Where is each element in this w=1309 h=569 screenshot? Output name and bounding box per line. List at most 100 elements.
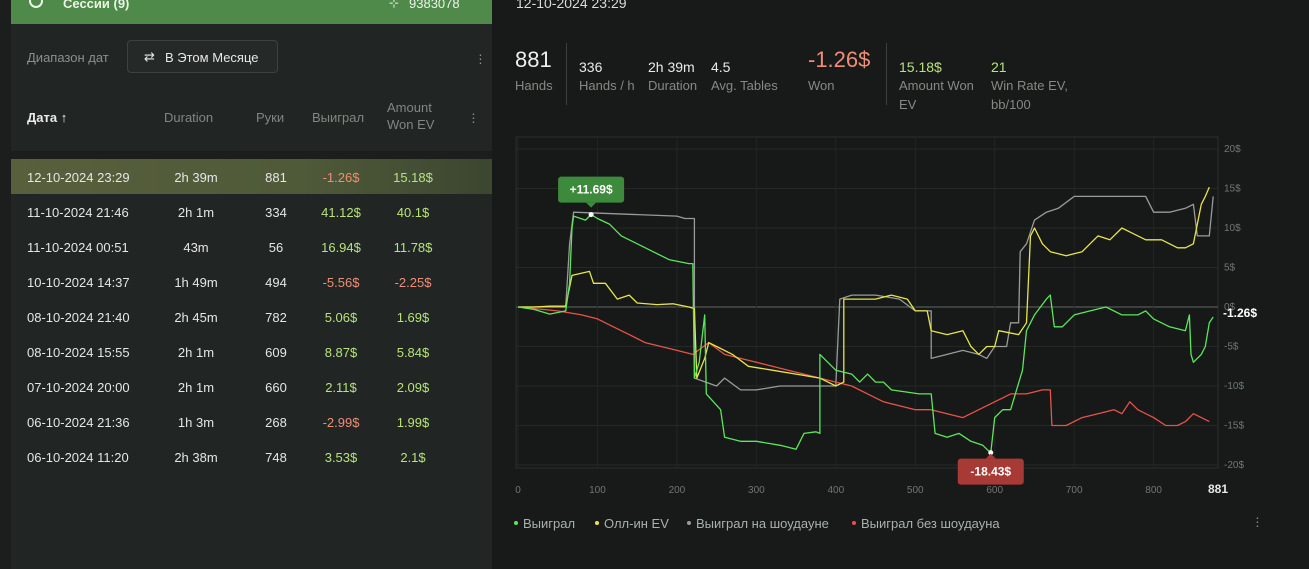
legend-dot-icon	[852, 520, 856, 525]
row-amount-won-ev: 1.69$	[396, 310, 430, 325]
y-tick-label: -5$	[1224, 342, 1239, 353]
legend-label: Выиграл на шоудауне	[696, 516, 829, 531]
legend-label: Выиграл	[523, 516, 576, 531]
column-header-ev-line1: Amount	[387, 100, 432, 115]
annotation-label: -18.43$	[970, 465, 1011, 479]
clock-icon	[29, 0, 43, 8]
x-tick-label: 500	[907, 485, 924, 496]
row-hands: 660	[265, 380, 287, 395]
column-header-date[interactable]: Дата ↑	[27, 109, 67, 126]
row-duration: 2h 1m	[177, 380, 215, 395]
column-header-won[interactable]: Выиграл	[312, 109, 364, 126]
y-tick-label: -10$	[1224, 381, 1244, 392]
table-row[interactable]: 06-10-2024 21:36 1h 3m 268 -2.99$ 1.99$	[11, 404, 492, 439]
x-tick-label: 300	[748, 485, 765, 496]
row-duration: 2h 1m	[177, 345, 215, 360]
sessions-title: Сессии (9)	[63, 0, 130, 11]
row-won: 41.12$	[321, 205, 361, 220]
row-hands: 782	[265, 310, 287, 325]
row-date: 06-10-2024 21:36	[27, 415, 130, 430]
row-won: -2.99$	[322, 415, 360, 430]
table-row[interactable]: 11-10-2024 21:46 2h 1m 334 41.12$ 40.1$	[11, 194, 492, 229]
y-tick-label: -15$	[1224, 421, 1244, 432]
legend-dot-icon	[514, 520, 518, 525]
row-date: 11-10-2024 00:51	[27, 240, 129, 255]
row-date: 10-10-2024 14:37	[27, 275, 130, 290]
row-hands: 748	[265, 450, 287, 465]
column-header-hands[interactable]: Руки	[256, 109, 284, 126]
sessions-panel: Сессии (9) ⊹ 9383078 Диапазон дат ⇄ В Эт…	[0, 0, 492, 569]
row-hands: 609	[265, 345, 287, 360]
final-value-label: -1.26$	[1223, 306, 1257, 320]
row-won: 3.53$	[324, 450, 358, 465]
legend-dot-icon	[687, 520, 691, 525]
cards-icon: ⊹	[389, 0, 400, 10]
row-duration: 2h 1m	[177, 205, 215, 220]
date-range-button[interactable]: ⇄ В Этом Месяце	[127, 40, 278, 73]
row-won: 8.87$	[324, 345, 358, 360]
header-divider	[11, 151, 492, 159]
row-duration: 1h 49m	[174, 275, 218, 290]
row-hands: 334	[265, 205, 287, 220]
legend-item[interactable]: Выиграл на шоудауне	[687, 516, 829, 531]
row-date: 08-10-2024 21:40	[27, 310, 130, 325]
row-duration: 2h 45m	[174, 310, 218, 325]
row-date: 11-10-2024 21:46	[27, 205, 129, 220]
x-end-label: 881	[1208, 482, 1228, 496]
row-duration: 1h 3m	[177, 415, 215, 430]
y-tick-label: 15$	[1224, 184, 1241, 195]
x-tick-label: 0	[515, 485, 521, 496]
sessions-header-bar[interactable]: Сессии (9) ⊹ 9383078	[11, 0, 492, 24]
row-amount-won-ev: -2.25$	[394, 275, 432, 290]
sessions-total-hands: 9383078	[409, 0, 460, 11]
row-amount-won-ev: 40.1$	[396, 205, 430, 220]
x-tick-label: 100	[589, 485, 606, 496]
annotation-label: +11.69$	[570, 183, 613, 197]
session-detail-panel: 12-10-2024 23:29 881 Hands 336 Hands / h…	[492, 0, 1309, 569]
row-won: -1.26$	[322, 170, 360, 185]
x-tick-label: 600	[986, 485, 1003, 496]
table-row[interactable]: 12-10-2024 23:29 2h 39m 881 -1.26$ 15.18$	[11, 159, 492, 194]
swap-icon: ⇄	[144, 49, 155, 64]
y-tick-label: 20$	[1224, 144, 1241, 155]
table-row[interactable]: 08-10-2024 21:40 2h 45m 782 5.06$ 1.69$	[11, 299, 492, 334]
row-won: 5.06$	[324, 310, 358, 325]
column-header-duration[interactable]: Duration	[164, 109, 213, 126]
x-tick-label: 200	[669, 485, 686, 496]
row-date: 08-10-2024 15:55	[27, 345, 130, 360]
column-header-ev-line2: Won EV	[387, 117, 435, 132]
profit-chart[interactable]: 20$15$10$5$0$-5$-10$-15$-20$0 100 200 300 40…	[492, 0, 1309, 569]
table-row[interactable]: 07-10-2024 20:00 2h 1m 660 2.11$ 2.09$	[11, 369, 492, 404]
row-hands: 268	[265, 415, 287, 430]
row-duration: 2h 38m	[174, 450, 218, 465]
row-amount-won-ev: 2.1$	[400, 450, 426, 465]
annotation-point	[588, 212, 594, 218]
y-tick-label: 10$	[1224, 223, 1241, 234]
row-amount-won-ev: 2.09$	[396, 380, 430, 395]
legend-item[interactable]: Олл-ин EV	[595, 516, 669, 531]
legend-label: Выиграл без шоудауна	[861, 516, 1000, 531]
row-date: 12-10-2024 23:29	[27, 170, 130, 185]
table-row[interactable]: 10-10-2024 14:37 1h 49m 494 -5.56$ -2.25$	[11, 264, 492, 299]
x-tick-label: 400	[827, 485, 844, 496]
row-date: 06-10-2024 11:20	[27, 450, 129, 465]
x-tick-label: 700	[1066, 485, 1083, 496]
columns-menu-icon[interactable]: · · ·	[470, 106, 476, 128]
row-hands: 881	[265, 170, 287, 185]
legend-item[interactable]: Выиграл	[514, 516, 575, 531]
table-row[interactable]: 08-10-2024 15:55 2h 1m 609 8.87$ 5.84$	[11, 334, 492, 369]
date-range-label: Диапазон дат	[27, 50, 109, 65]
row-amount-won-ev: 15.18$	[393, 170, 433, 185]
row-duration: 2h 39m	[174, 170, 218, 185]
table-row[interactable]: 06-10-2024 11:20 2h 38m 748 3.53$ 2.1$	[11, 439, 492, 474]
row-amount-won-ev: 5.84$	[396, 345, 430, 360]
legend-label: Олл-ин EV	[604, 516, 669, 531]
table-row[interactable]: 11-10-2024 00:51 43m 56 16.94$ 11.78$	[11, 229, 492, 264]
filter-menu-icon[interactable]: · · ·	[477, 47, 483, 69]
x-tick-label: 800	[1145, 485, 1162, 496]
legend-item[interactable]: Выиграл без шоудауна	[852, 516, 1000, 531]
row-hands: 56	[268, 240, 284, 255]
chart-menu-icon[interactable]: · · ·	[1254, 510, 1260, 532]
column-header-ev[interactable]: Amount Won EV	[387, 99, 434, 133]
row-date: 07-10-2024 20:00	[27, 380, 130, 395]
